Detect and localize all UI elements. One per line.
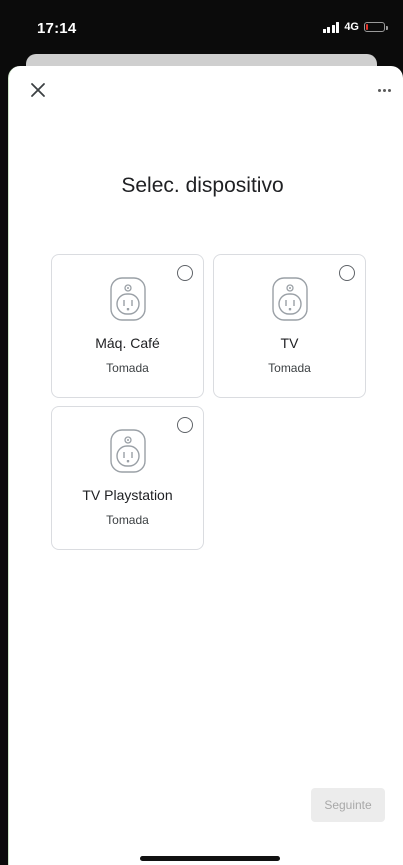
home-indicator[interactable] (140, 856, 280, 861)
more-options-button[interactable] (373, 80, 395, 100)
signal-bars-icon (322, 21, 340, 33)
device-type: Tomada (268, 361, 311, 375)
next-button[interactable]: Seguinte (311, 788, 385, 822)
device-selection-sheet: Selec. dispositivo Máq. Café Tomada TV T… (8, 66, 403, 865)
page-title: Selec. dispositivo (121, 174, 284, 197)
app-screen: 17:14 4G Selec. dispositivo Máq. Café To… (0, 0, 403, 865)
device-card[interactable]: Máq. Café Tomada (51, 254, 204, 398)
device-radio[interactable] (177, 417, 193, 433)
battery-low-icon (364, 22, 388, 32)
battery-level (366, 24, 368, 30)
device-type: Tomada (106, 361, 149, 375)
device-card[interactable]: TV Tomada (213, 254, 366, 398)
network-type: 4G (344, 21, 359, 33)
more-options-icon (377, 88, 381, 92)
more-options-dot (382, 88, 386, 92)
power-outlet-icon (109, 277, 146, 321)
power-outlet-icon (271, 277, 308, 321)
device-name: Máq. Café (95, 335, 160, 351)
device-card[interactable]: TV Playstation Tomada (51, 406, 204, 550)
status-bar: 17:14 4G (0, 0, 403, 52)
device-radio[interactable] (177, 265, 193, 281)
device-name: TV Playstation (82, 487, 173, 503)
status-time: 17:14 (37, 20, 77, 37)
close-icon (31, 83, 45, 97)
device-radio[interactable] (339, 265, 355, 281)
more-options-dot (387, 88, 391, 92)
device-name: TV (280, 335, 299, 351)
close-button[interactable] (28, 80, 48, 100)
status-indicators: 4G (322, 20, 388, 34)
device-type: Tomada (106, 513, 149, 527)
power-outlet-icon (109, 429, 146, 473)
